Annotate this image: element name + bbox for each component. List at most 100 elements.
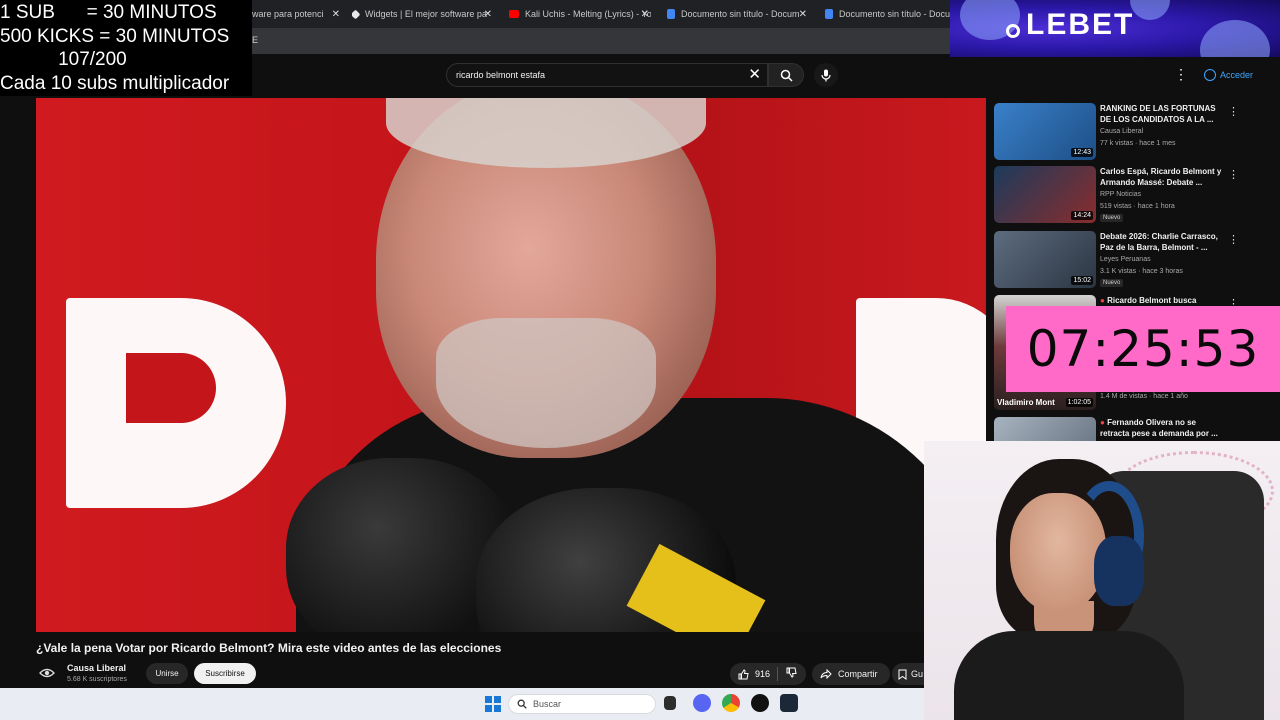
account-icon [1204,69,1216,81]
tab-label: Documento sin título - Docum [839,9,950,19]
recommendation-title: RANKING DE LAS FORTUNAS DE LOS CANDIDATO… [1100,104,1216,124]
widgets-favicon-icon [352,9,361,19]
subscribe-button[interactable]: Suscribirse [194,663,256,684]
video-backdrop-letter [66,298,286,508]
tab-close-icon[interactable]: ✕ [332,9,340,20]
overlay-line: 1 SUB = 30 MINUTOS [0,2,217,23]
join-button[interactable]: Unirse [146,663,188,684]
signin-button[interactable]: Acceder [1200,64,1260,86]
channel-subscribers: 5.68 K suscriptores [67,676,127,683]
search-query: ricardo belmont estafa [456,70,546,80]
video-player[interactable] [36,98,986,632]
obs-icon[interactable] [751,694,769,712]
steam-icon[interactable] [780,694,798,712]
recommendation-channel: Causa Liberal [1100,128,1144,135]
taskbar-search-icon [517,699,527,709]
signin-label: Acceder [1220,70,1254,80]
docs-favicon-icon [667,9,675,19]
thumbs-up-icon [738,668,749,679]
search-input[interactable]: ricardo belmont estafa ✕ [446,63,768,87]
recommendation-title: ● Ricardo Belmont busca [1100,295,1226,306]
overlay-line: 107/200 [0,49,127,70]
streamer-body [954,631,1184,720]
recommendation-meta: 3.1 K vistas · hace 3 horas [1100,268,1183,275]
recommendation-title-text: Fernando Olivera no se retracta pese a d… [1100,418,1218,438]
clear-search-icon[interactable]: ✕ [748,66,761,84]
recommendation-item[interactable]: 12:43 RANKING DE LAS FORTUNAS DE LOS CAN… [994,103,1244,161]
video-duration: 14:24 [1071,211,1093,220]
subathon-rules-overlay: 1 SUB = 30 MINUTOS 500 KICKS = 30 MINUTO… [0,0,252,96]
overlay-line: Cada 10 subs multiplicador [0,72,230,94]
task-view-icon[interactable] [664,696,676,710]
logo-decoration [1130,0,1170,20]
taskbar-search-input[interactable]: Buscar [508,694,656,714]
browser-tab[interactable]: Documento sin título - Docum ✕ [667,3,809,25]
recommendation-thumbnail: 14:24 [994,166,1096,223]
live-dot-icon: ● [1100,296,1108,305]
browser-tab[interactable]: Widgets | El mejor software pa ✕ [352,3,494,25]
webcam-feed [924,441,1280,720]
docs-favicon-icon [825,9,833,19]
tab-close-icon[interactable]: ✕ [484,9,492,20]
recommendation-meta: 77 k vistas · hace 1 mes [1100,140,1176,147]
discord-icon[interactable] [693,694,711,712]
recommendation-item[interactable]: 14:24 Carlos Espá, Ricardo Belmont y Arm… [994,166,1244,224]
tab-close-icon[interactable]: ✕ [799,9,807,20]
video-subject-beard [436,318,656,448]
countdown-timer: 07:25:53 [1006,306,1280,392]
recommendation-item[interactable]: 15:02 Debate 2026: Charlie Carrasco, Paz… [994,231,1244,289]
screen: ware para potenci ✕ Widgets | El mejor s… [0,0,1280,720]
video-duration: 12:43 [1071,148,1093,157]
new-badge: Nuevo [1100,214,1124,222]
tab-label: Documento sin título - Docum [681,9,800,19]
address-fragment: E [252,35,259,45]
recommendation-thumbnail: 15:02 [994,231,1096,288]
windows-start-icon[interactable] [485,696,501,712]
more-options-icon[interactable]: ⋮ [1228,233,1239,246]
video-duration: 1:02:05 [1065,398,1093,407]
youtube-favicon-icon [509,10,519,18]
chrome-icon[interactable] [722,694,740,712]
like-divider [777,667,778,681]
tab-label: ware para potenci [252,9,324,19]
channel-name[interactable]: Causa Liberal [67,663,126,673]
tab-label: Widgets | El mejor software pa [365,9,487,19]
recommendation-title-text: Ricardo Belmont busca [1107,296,1197,305]
search-icon [780,69,793,82]
video-title: ¿Vale la pena Votar por Ricardo Belmont?… [36,641,502,655]
logo-decoration [1200,20,1270,57]
share-icon [820,669,832,679]
share-button[interactable]: Compartir [812,663,890,685]
channel-avatar-eye-icon[interactable] [38,664,56,682]
overlay-line: 500 KICKS = 30 MINUTOS [0,25,230,47]
save-label: Gu [911,669,924,679]
timer-value: 07:25:53 [1026,320,1260,378]
recommendation-item[interactable]: ● Fernando Olivera no se retracta pese a… [994,417,1244,441]
voice-search-button[interactable] [814,63,838,87]
share-label: Compartir [838,669,878,679]
settings-menu-icon[interactable]: ⋮ [1174,66,1188,83]
tab-close-icon[interactable]: ✕ [641,9,649,20]
thumbnail-caption: Vladimiro Mont [997,398,1055,407]
sponsor-logo-banner: LEBET [950,0,1280,57]
like-count: 916 [755,669,771,679]
tab-label: Kali Uchis - Melting (Lyrics) - Yo [525,9,651,19]
video-duration: 15:02 [1071,276,1093,285]
more-options-icon[interactable]: ⋮ [1228,168,1239,181]
browser-tab[interactable]: Documento sin título - Docum [825,3,950,25]
logo-ring-icon [1006,24,1020,38]
browser-tab[interactable]: Kali Uchis - Melting (Lyrics) - Yo ✕ [509,3,651,25]
more-options-icon[interactable]: ⋮ [1228,105,1239,118]
recommendation-meta: 519 vistas · hace 1 hora [1100,203,1175,210]
search-button[interactable] [768,63,804,87]
thumbs-down-icon[interactable] [786,667,797,678]
recommendation-title: Carlos Espá, Ricardo Belmont y Armando M… [1100,167,1222,187]
microphone-icon [821,69,831,81]
recommendation-meta: 1.4 M de vistas · hace 1 año [1100,393,1188,400]
sponsor-logo-text: LEBET [1026,8,1135,41]
recommendation-thumbnail: 12:43 [994,103,1096,160]
recommendation-title: Debate 2026: Charlie Carrasco, Paz de la… [1100,232,1218,252]
live-dot-icon: ● [1100,418,1108,427]
headset-earcup [1094,536,1144,606]
browser-tab[interactable]: ware para potenci ✕ [252,3,342,25]
